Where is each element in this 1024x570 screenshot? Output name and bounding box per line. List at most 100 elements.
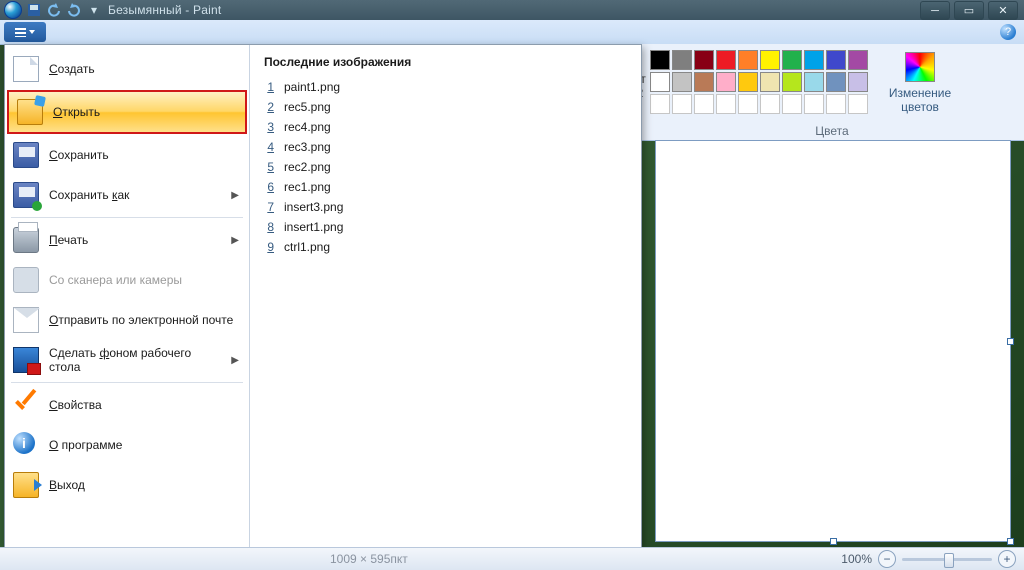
recent-file-item[interactable]: 8insert1.png	[264, 217, 627, 237]
ribbon-colors-group: ет2 Изменение цветов Цвета	[640, 44, 1024, 141]
recent-index: 2	[264, 100, 274, 114]
color-swatch[interactable]	[848, 50, 868, 70]
menu-item-wallpaper[interactable]: Сделать фоном рабочего стола ▶	[5, 340, 249, 380]
color-swatch[interactable]	[760, 72, 780, 92]
recent-file-item[interactable]: 3rec4.png	[264, 117, 627, 137]
info-icon: i	[13, 432, 35, 454]
recent-file-item[interactable]: 4rec3.png	[264, 137, 627, 157]
menu-label: Сохранить	[49, 148, 109, 162]
color-swatch[interactable]	[672, 72, 692, 92]
recent-file-item[interactable]: 1paint1.png	[264, 77, 627, 97]
color-swatch[interactable]	[716, 72, 736, 92]
menu-label: Открыть	[53, 105, 100, 119]
resize-handle-se[interactable]	[1007, 538, 1014, 545]
custom-color-slot[interactable]	[760, 94, 780, 114]
recent-filename: rec4.png	[284, 120, 331, 134]
menu-item-open[interactable]: Открыть	[7, 90, 247, 134]
menu-label: Со сканера или камеры	[49, 273, 182, 287]
paint-orb-icon	[4, 1, 22, 19]
zoom-out-button[interactable]: −	[878, 550, 896, 568]
color-swatch[interactable]	[848, 72, 868, 92]
color-swatch[interactable]	[782, 72, 802, 92]
edit-colors-button[interactable]: Изменение цветов	[884, 50, 956, 114]
recent-filename: ctrl1.png	[284, 240, 330, 254]
window-titlebar: ▾ Безымянный - Paint ─ ▭ ✕	[0, 0, 1024, 20]
qat-save-button[interactable]	[26, 2, 42, 18]
open-folder-icon	[17, 99, 43, 125]
checkmark-icon	[13, 392, 39, 418]
info-icon-wrap: i	[13, 432, 39, 458]
menu-label: Сделать фоном рабочего стола	[49, 346, 221, 374]
custom-color-slot[interactable]	[694, 94, 714, 114]
menu-item-new[interactable]: Создать	[5, 49, 249, 89]
zoom-slider[interactable]	[902, 558, 992, 561]
menu-item-print[interactable]: Печать ▶	[5, 220, 249, 260]
menu-item-properties[interactable]: Свойства	[5, 385, 249, 425]
color-swatch[interactable]	[760, 50, 780, 70]
recent-file-item[interactable]: 5rec2.png	[264, 157, 627, 177]
color-swatch[interactable]	[804, 50, 824, 70]
menu-label: Сохранить как	[49, 188, 129, 202]
menu-label: Свойства	[49, 398, 102, 412]
color-swatch[interactable]	[650, 72, 670, 92]
menu-item-save[interactable]: Сохранить	[5, 135, 249, 175]
custom-color-slot[interactable]	[782, 94, 802, 114]
recent-file-item[interactable]: 6rec1.png	[264, 177, 627, 197]
custom-color-slot[interactable]	[848, 94, 868, 114]
recent-index: 4	[264, 140, 274, 154]
color-swatch[interactable]	[782, 50, 802, 70]
resize-handle-e[interactable]	[1007, 338, 1014, 345]
qat-undo-button[interactable]	[46, 2, 62, 18]
recent-filename: insert1.png	[284, 220, 343, 234]
qat-customize-button[interactable]: ▾	[86, 2, 102, 18]
scanner-icon	[13, 267, 39, 293]
menu-icon	[15, 28, 26, 37]
menu-item-exit[interactable]: Выход	[5, 465, 249, 505]
custom-color-slot[interactable]	[738, 94, 758, 114]
color-swatch[interactable]	[738, 50, 758, 70]
menu-item-email[interactable]: Отправить по электронной почте	[5, 300, 249, 340]
color-swatch[interactable]	[694, 50, 714, 70]
file-menu-commands: Создать Открыть Сохранить Сохранить как …	[5, 45, 250, 549]
recent-index: 6	[264, 180, 274, 194]
colors-group-label: Цвета	[815, 124, 848, 138]
file-menu-dropdown: Создать Открыть Сохранить Сохранить как …	[4, 44, 642, 550]
color-swatch[interactable]	[694, 72, 714, 92]
recent-file-item[interactable]: 2 rec5.png	[264, 97, 627, 117]
custom-color-slot[interactable]	[672, 94, 692, 114]
custom-color-slot[interactable]	[804, 94, 824, 114]
close-button[interactable]: ✕	[988, 1, 1018, 20]
menu-item-about[interactable]: i О программе	[5, 425, 249, 465]
color-swatch[interactable]	[826, 50, 846, 70]
recent-file-item[interactable]: 7insert3.png	[264, 197, 627, 217]
menu-label: Создать	[49, 62, 95, 76]
recent-filename: rec5.png	[284, 100, 331, 114]
canvas-dimensions: 1009 × 595пкт	[330, 552, 408, 566]
help-button[interactable]: ?	[1000, 24, 1016, 40]
zoom-in-button[interactable]: +	[998, 550, 1016, 568]
custom-color-slot[interactable]	[650, 94, 670, 114]
qat-redo-button[interactable]	[66, 2, 82, 18]
zoom-slider-thumb[interactable]	[944, 553, 954, 568]
color-swatch[interactable]	[804, 72, 824, 92]
menu-item-scanner: Со сканера или камеры	[5, 260, 249, 300]
minimize-button[interactable]: ─	[920, 1, 950, 20]
recent-file-item[interactable]: 9 ctrl1.png	[264, 237, 627, 257]
color-swatch[interactable]	[650, 50, 670, 70]
color-swatch[interactable]	[716, 50, 736, 70]
maximize-button[interactable]: ▭	[954, 1, 984, 20]
edit-colors-label: Изменение цветов	[884, 86, 956, 114]
custom-color-slot[interactable]	[826, 94, 846, 114]
recent-index: 9	[264, 240, 274, 254]
menu-item-save-as[interactable]: Сохранить как ▶	[5, 175, 249, 215]
recent-index: 5	[264, 160, 274, 174]
submenu-arrow-icon: ▶	[231, 235, 239, 246]
color-swatch[interactable]	[672, 50, 692, 70]
resize-handle-s[interactable]	[830, 538, 837, 545]
color-swatch[interactable]	[738, 72, 758, 92]
recent-index: 1	[264, 80, 274, 94]
color-swatch[interactable]	[826, 72, 846, 92]
custom-color-slot[interactable]	[716, 94, 736, 114]
canvas[interactable]	[655, 140, 1011, 542]
file-menu-button[interactable]	[4, 22, 46, 42]
